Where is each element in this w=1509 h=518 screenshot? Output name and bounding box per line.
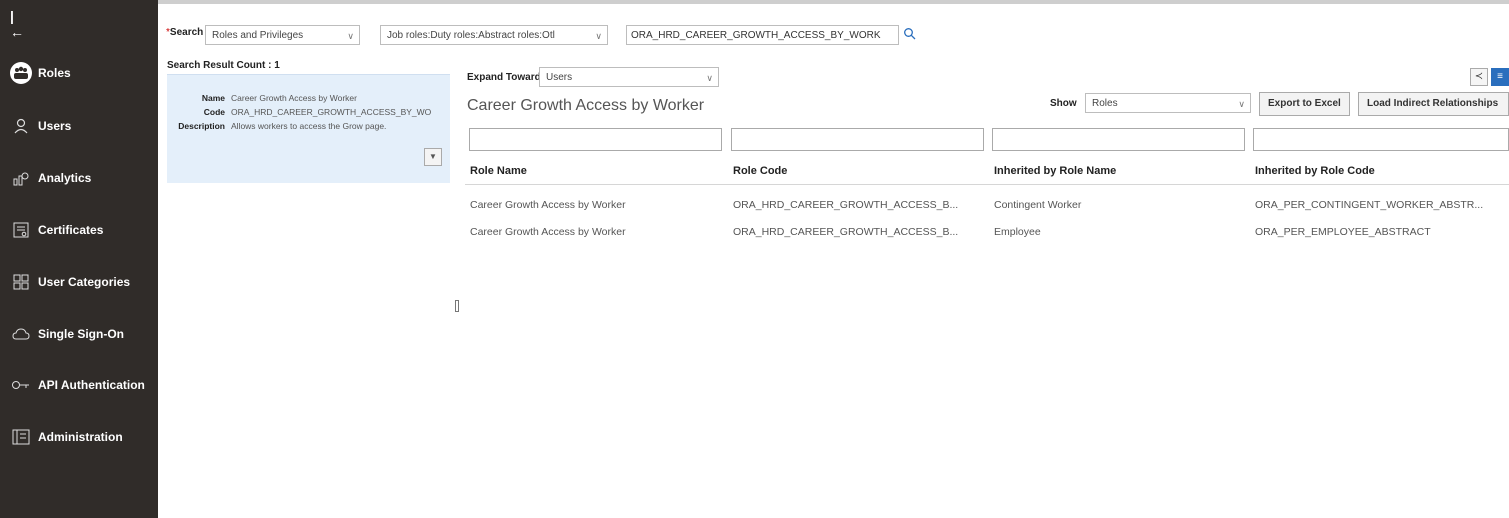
result-code-value: ORA_HRD_CAREER_GROWTH_ACCESS_BY_WO [231, 107, 432, 117]
expand-toward-value: Users [546, 72, 573, 83]
table-cell[interactable]: ORA_HRD_CAREER_GROWTH_ACCESS_B... [733, 199, 958, 211]
table-cell[interactable]: Employee [994, 226, 1041, 238]
sidebar-item-analytics[interactable]: Analytics [0, 160, 158, 196]
sidebar-item-label: Roles [38, 66, 71, 80]
table-cell[interactable]: Career Growth Access by Worker [470, 226, 626, 238]
search-input-value: ORA_HRD_CAREER_GROWTH_ACCESS_BY_WORK [631, 30, 881, 41]
table-cell[interactable]: Career Growth Access by Worker [470, 199, 626, 211]
column-header-role-name[interactable]: Role Name [470, 165, 527, 177]
role-types-select[interactable]: Job roles:Duty roles:Abstract roles:Otl … [380, 25, 608, 45]
collapse-left-icon[interactable]: |← [10, 8, 26, 40]
sidebar-item-api-authentication[interactable]: API Authentication [0, 367, 158, 403]
splitter-handle[interactable] [455, 300, 459, 312]
certificate-icon [10, 219, 32, 241]
sidebar-item-certificates[interactable]: Certificates [0, 212, 158, 248]
result-description-value: Allows workers to access the Grow page. [231, 121, 387, 131]
search-result-card[interactable]: Name Career Growth Access by Worker Code O… [167, 74, 450, 183]
key-icon [10, 374, 32, 396]
result-name-row: Name Career Growth Access by Worker [170, 93, 357, 103]
table-cell[interactable]: ORA_HRD_CAREER_GROWTH_ACCESS_B... [733, 226, 958, 238]
result-description-row: Description Allows workers to access the … [170, 121, 386, 131]
page-title: Career Growth Access by Worker [467, 97, 705, 114]
search-category-select[interactable]: Roles and Privileges ∨ [205, 25, 360, 45]
export-to-excel-button[interactable]: Export to Excel [1259, 92, 1350, 116]
roles-icon [10, 62, 32, 84]
search-label-text: Search [169, 27, 204, 38]
result-code-row: Code ORA_HRD_CAREER_GROWTH_ACCESS_BY_WO [170, 107, 432, 117]
role-types-value: Job roles:Duty roles:Abstract roles:Otl [387, 30, 555, 41]
top-edge-strip [0, 0, 1509, 4]
sidebar-item-roles[interactable]: Roles [0, 55, 158, 91]
chevron-down-icon: ▼ [429, 152, 437, 161]
expand-toward-select[interactable]: Users ∨ [539, 67, 719, 87]
filter-inherited-role-name-input[interactable] [992, 128, 1245, 151]
sidebar: |← Roles Users Analytics Certificates Us… [0, 0, 158, 518]
table-cell[interactable]: ORA_PER_CONTINGENT_WORKER_ABSTR... [1255, 199, 1483, 211]
graph-view-icon[interactable]: ≺ [1470, 68, 1488, 86]
result-name-key: Name [201, 93, 225, 103]
admin-icon [10, 426, 32, 448]
analytics-icon [10, 167, 32, 189]
chevron-down-icon: ∨ [347, 31, 354, 41]
load-indirect-relationships-button[interactable]: Load Indirect Relationships [1358, 92, 1509, 116]
user-icon [10, 115, 32, 137]
table-cell[interactable]: ORA_PER_EMPLOYEE_ABSTRACT [1255, 226, 1431, 238]
filter-role-name-input[interactable] [469, 128, 722, 151]
column-header-inherited-role-name[interactable]: Inherited by Role Name [994, 165, 1116, 177]
search-icon[interactable] [903, 27, 917, 41]
show-value: Roles [1092, 98, 1118, 109]
sidebar-item-label: User Categories [38, 275, 131, 289]
expand-card-button[interactable]: ▼ [424, 148, 442, 166]
header-divider [465, 184, 1509, 185]
result-name-value: Career Growth Access by Worker [231, 93, 357, 103]
column-header-inherited-role-code[interactable]: Inherited by Role Code [1255, 165, 1375, 177]
sidebar-item-administration[interactable]: Administration [0, 419, 158, 455]
column-header-role-code[interactable]: Role Code [733, 165, 787, 177]
search-input[interactable]: ORA_HRD_CAREER_GROWTH_ACCESS_BY_WORK [626, 25, 899, 45]
show-select[interactable]: Roles ∨ [1085, 93, 1251, 113]
search-label: *Search [166, 27, 203, 38]
sidebar-item-users[interactable]: Users [0, 108, 158, 144]
result-description-key: Description [178, 121, 225, 131]
table-cell[interactable]: Contingent Worker [994, 199, 1081, 211]
chevron-down-icon: ∨ [595, 31, 602, 41]
sidebar-item-user-categories[interactable]: User Categories [0, 264, 158, 300]
sidebar-item-label: Administration [38, 430, 123, 444]
sidebar-item-label: Certificates [38, 223, 104, 237]
expand-toward-label: Expand Toward [467, 72, 541, 83]
cloud-icon [10, 323, 32, 345]
show-label: Show [1050, 98, 1077, 109]
sidebar-item-label: Single Sign-On [38, 327, 124, 341]
sidebar-item-single-sign-on[interactable]: Single Sign-On [0, 316, 158, 352]
chevron-down-icon: ∨ [706, 73, 713, 83]
filter-inherited-role-code-input[interactable] [1253, 128, 1509, 151]
sidebar-item-label: API Authentication [38, 378, 145, 392]
sidebar-item-label: Users [38, 119, 72, 133]
search-result-count: Search Result Count : 1 [167, 60, 280, 71]
sidebar-item-label: Analytics [38, 171, 92, 185]
filter-role-code-input[interactable] [731, 128, 984, 151]
chevron-down-icon: ∨ [1238, 99, 1245, 109]
grid-icon [10, 271, 32, 293]
search-category-value: Roles and Privileges [212, 30, 304, 41]
table-view-icon[interactable]: ≡ [1491, 68, 1509, 86]
result-code-key: Code [203, 107, 225, 117]
